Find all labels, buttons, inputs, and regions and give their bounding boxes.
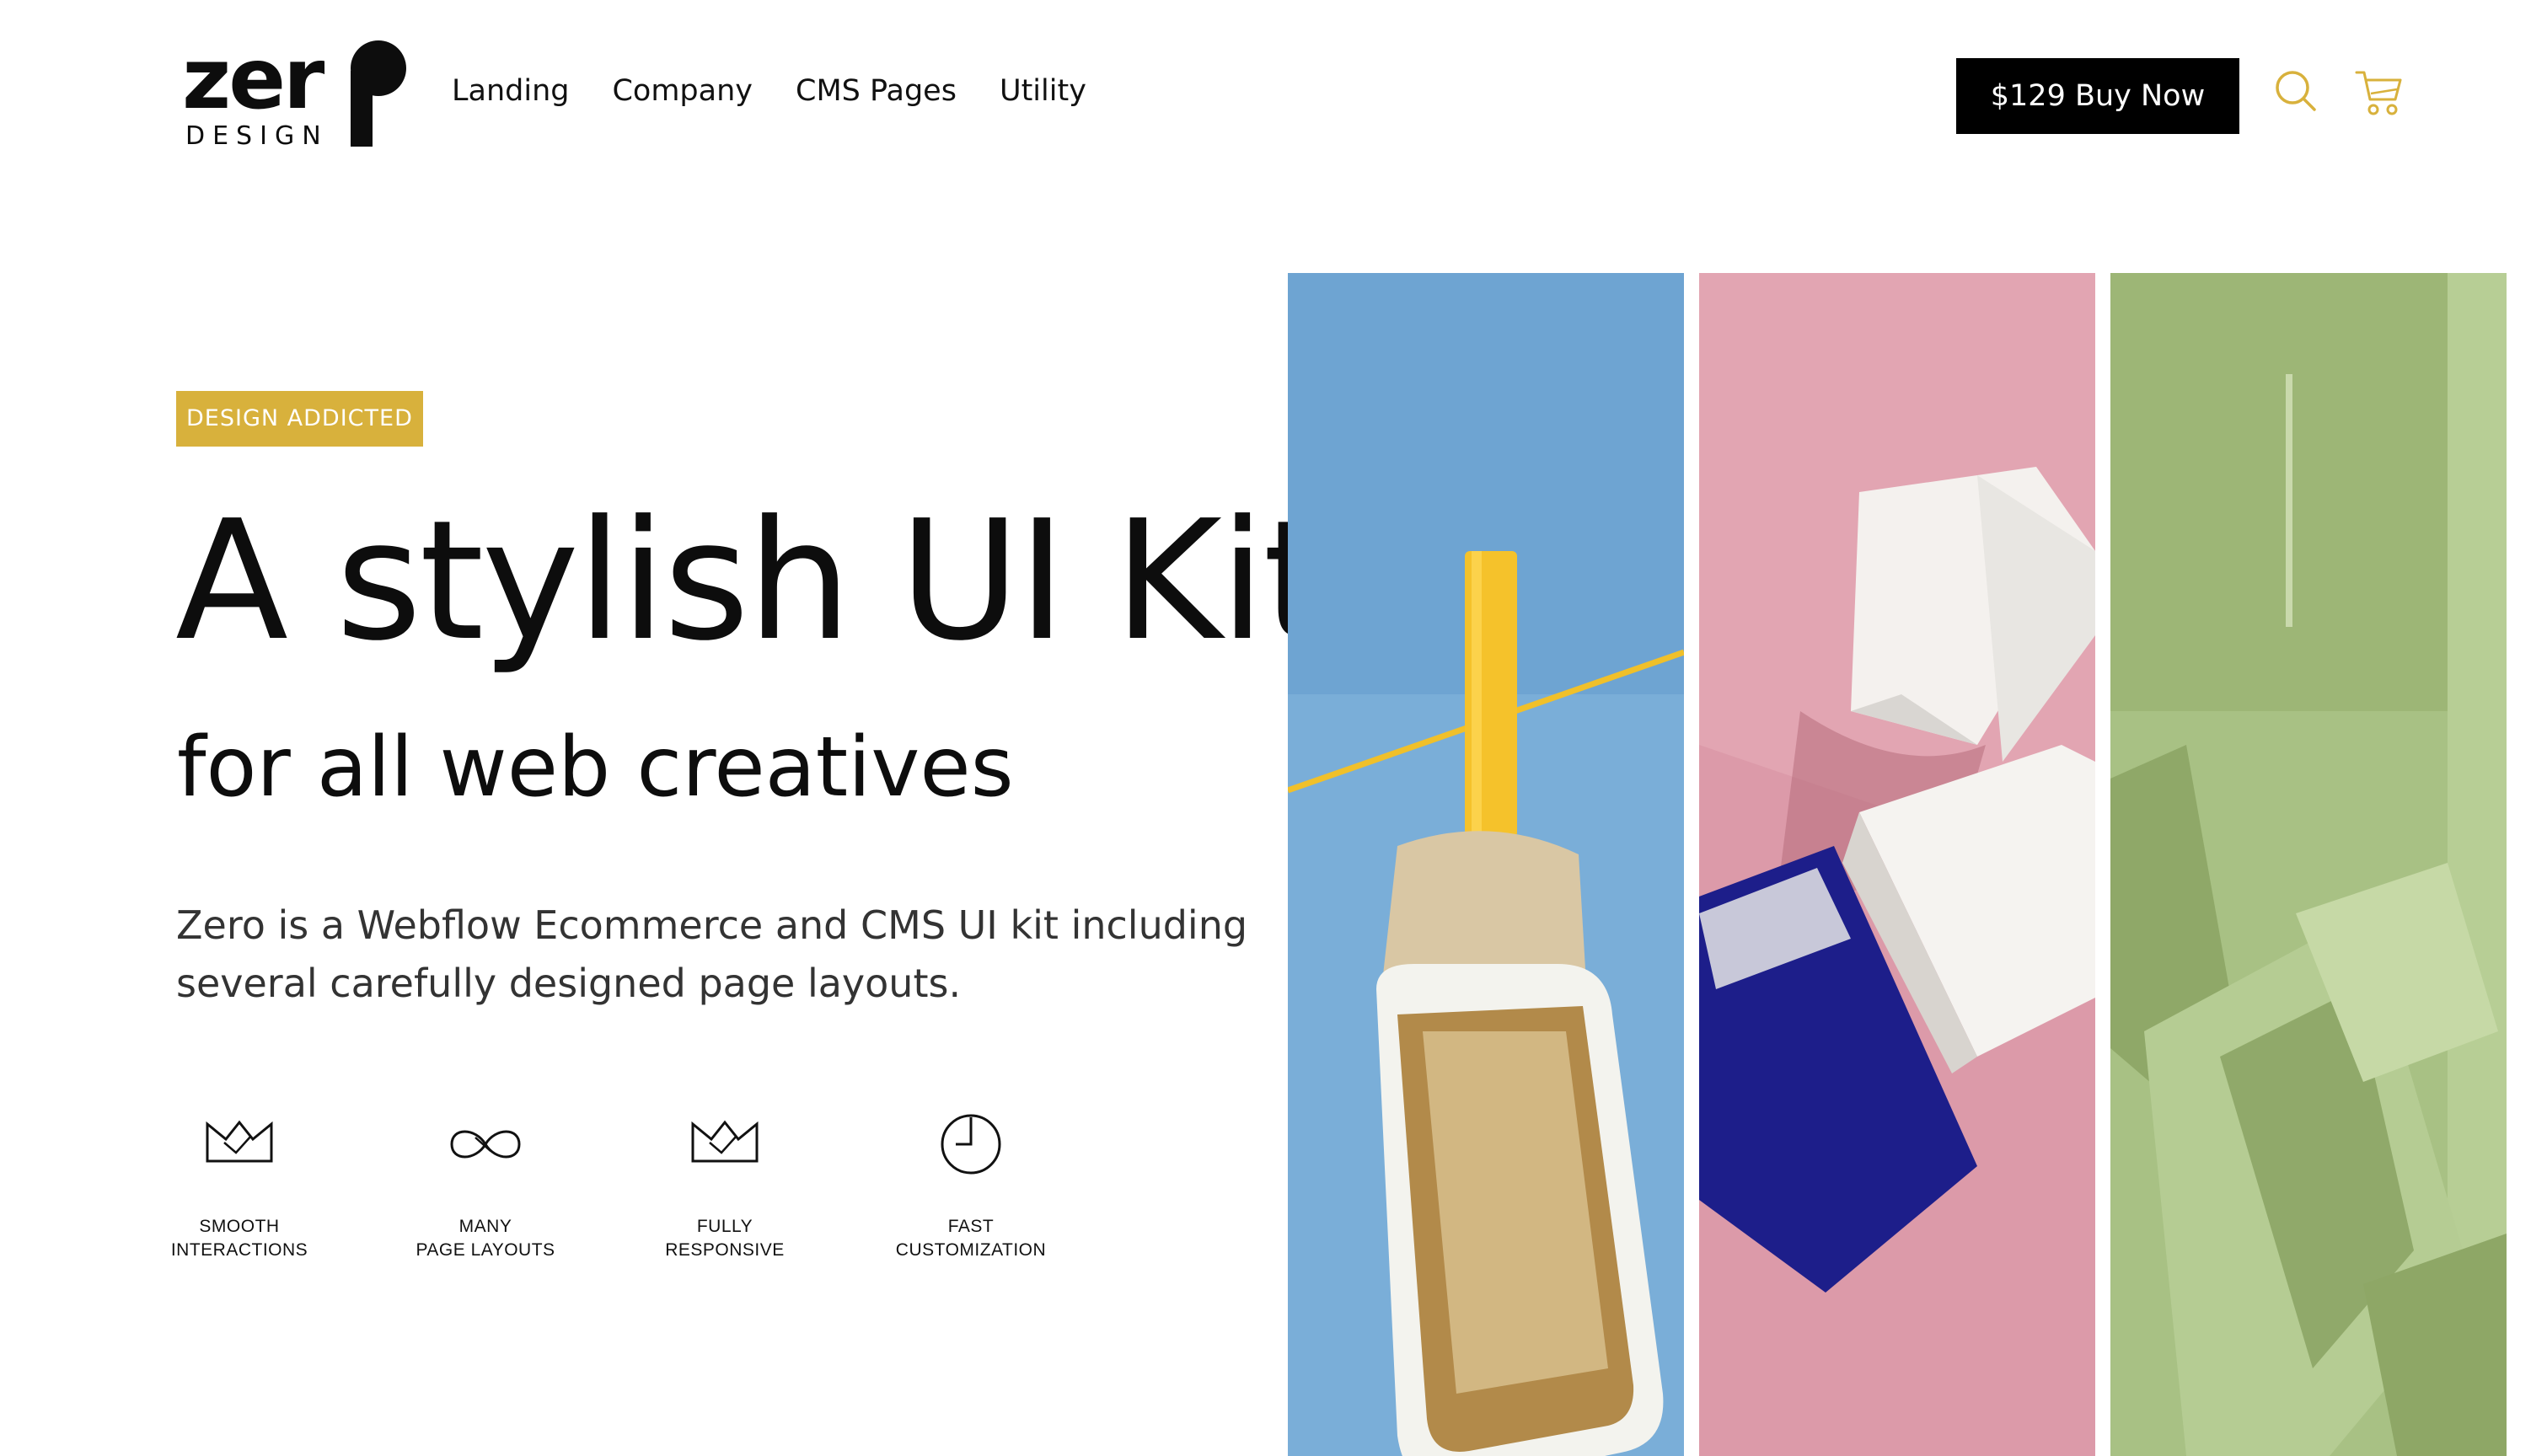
- clock-icon: [941, 1114, 1001, 1175]
- nav-item-cms-pages[interactable]: CMS Pages: [796, 74, 957, 108]
- infinity-icon: [450, 1130, 521, 1159]
- feature-label: MANY PAGE LAYOUTS: [416, 1217, 555, 1260]
- crown-icon: [206, 1120, 273, 1163]
- feature-fast-customization: FAST CUSTOMIZATION: [870, 1104, 1072, 1262]
- paper-planes-book-image: [1699, 273, 2095, 1456]
- zero-design-logo[interactable]: zer DESIGN: [182, 29, 406, 152]
- main-nav: Landing Company CMS Pages Utility: [452, 74, 1086, 108]
- nav-item-company[interactable]: Company: [612, 74, 753, 108]
- logo-wordmark: zer: [182, 29, 324, 128]
- crown-icon: [691, 1120, 759, 1163]
- feature-smooth-interactions: SMOOTH INTERACTIONS: [138, 1104, 340, 1262]
- feature-label: SMOOTH INTERACTIONS: [170, 1217, 308, 1260]
- hero-headline: A stylish UI Kit: [175, 485, 1327, 677]
- nav-item-utility[interactable]: Utility: [1000, 74, 1086, 108]
- feature-label: FULLY RESPONSIVE: [665, 1217, 785, 1260]
- cart-icon: [2355, 71, 2402, 115]
- feature-fully-responsive: FULLY RESPONSIVE: [624, 1104, 826, 1262]
- feature-many-page-layouts: MANY PAGE LAYOUTS: [384, 1104, 587, 1262]
- hero-subheadline: for all web creatives: [177, 720, 1014, 816]
- nav-item-landing[interactable]: Landing: [452, 74, 569, 108]
- hero-description: Zero is a Webflow Ecommerce and CMS UI k…: [176, 902, 1248, 1006]
- logo-subtitle: DESIGN: [185, 121, 329, 151]
- design-addicted-tag: DESIGN ADDICTED: [176, 391, 423, 447]
- search-button[interactable]: [2271, 66, 2324, 120]
- clothespin-tin-image: [1288, 273, 1684, 1456]
- buy-now-button[interactable]: $129 Buy Now: [1956, 58, 2239, 134]
- logo-stem: [351, 71, 373, 147]
- feature-label: FAST CUSTOMIZATION: [895, 1217, 1047, 1260]
- cart-button[interactable]: [2353, 66, 2407, 120]
- search-icon: [2276, 71, 2316, 111]
- green-paper-shapes-image: [2110, 273, 2507, 1456]
